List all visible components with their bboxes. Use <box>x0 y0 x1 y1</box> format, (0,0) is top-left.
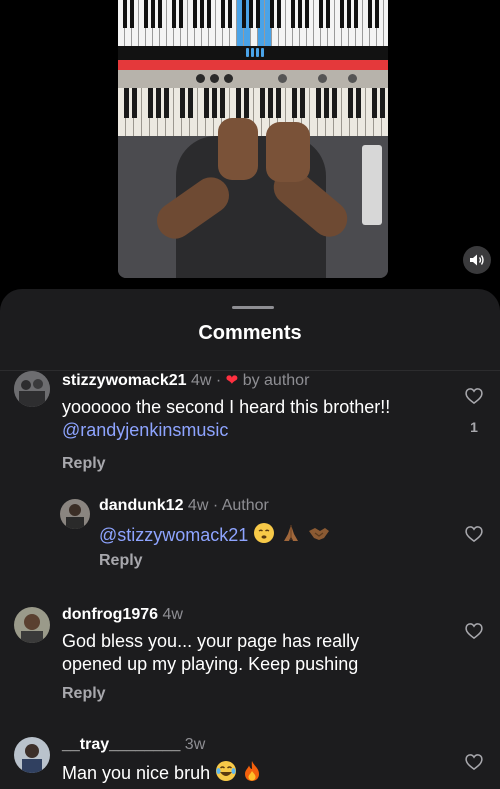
comment-text: Man you nice bruh <box>62 760 262 788</box>
comment-time: 4w <box>162 606 183 623</box>
handshake-emoji <box>307 522 331 550</box>
relieved-face-emoji <box>253 522 275 550</box>
note-indicator-strip <box>118 46 388 60</box>
fire-emoji <box>242 760 262 788</box>
separator: · <box>212 497 219 514</box>
side-device <box>362 145 382 225</box>
avatar[interactable] <box>14 371 50 407</box>
username[interactable]: donfrog1976 <box>62 606 158 623</box>
heart-outline-icon[interactable] <box>464 524 484 544</box>
mention-link[interactable]: @randyjenkinsmusic <box>62 419 228 442</box>
comment-meta: stizzywomack21 4w · ❤ by author <box>62 371 309 390</box>
piano-roll-overlay <box>118 0 388 46</box>
praying-hands-emoji <box>280 522 302 550</box>
username[interactable]: dandunk12 <box>99 497 183 514</box>
comment-text: @stizzywomack21 <box>99 522 331 550</box>
tears-of-joy-emoji <box>215 760 237 788</box>
speaker-icon <box>470 254 484 266</box>
username[interactable]: stizzywomack21 <box>62 372 187 389</box>
sheet-title: Comments <box>198 322 302 344</box>
reply-button[interactable]: Reply <box>62 685 106 703</box>
avatar[interactable] <box>60 499 90 529</box>
username[interactable]: __tray________ <box>62 736 180 753</box>
heart-outline-icon[interactable] <box>464 752 484 772</box>
comment-meta: dandunk12 4w · Author <box>99 497 269 515</box>
comment-meta: donfrog1976 4w <box>62 606 183 624</box>
reply-button[interactable]: Reply <box>99 552 143 570</box>
comments-sheet: Comments stizzywomack21 4w · ❤ by author… <box>0 289 500 789</box>
drag-handle[interactable] <box>232 306 274 309</box>
video-player[interactable] <box>118 0 388 278</box>
heart-outline-icon[interactable] <box>464 621 484 641</box>
like-count: 1 <box>470 419 478 435</box>
reply-button[interactable]: Reply <box>62 455 106 473</box>
comment-time: 4w <box>190 372 212 389</box>
heart-outline-icon[interactable] <box>464 386 484 406</box>
player-right-hand <box>266 122 310 182</box>
sound-toggle-button[interactable] <box>463 246 491 274</box>
comment-text: yoooooo the second I heard this brother!… <box>62 397 391 417</box>
comment-text-line1: God bless you... your page has really <box>62 631 360 651</box>
avatar[interactable] <box>14 607 50 643</box>
player-left-hand <box>218 118 258 180</box>
avatar[interactable] <box>14 737 50 773</box>
comment-meta: __tray________ 3w <box>62 736 205 754</box>
separator: · <box>215 372 222 389</box>
heart-filled-icon: ❤ <box>225 372 239 389</box>
comment-text-line2: opened up my playing. Keep pushing <box>62 654 359 674</box>
comment-text-body: Man you nice bruh <box>62 762 211 783</box>
mention-link[interactable]: @stizzywomack21 <box>99 525 248 545</box>
comment-time: 3w <box>184 736 206 753</box>
author-badge: Author <box>221 497 269 514</box>
keyboard-frame <box>118 60 388 70</box>
keyboard-control-panel <box>118 70 388 88</box>
comment-time: 4w <box>187 497 209 514</box>
liked-by-author-label: by author <box>242 372 310 389</box>
